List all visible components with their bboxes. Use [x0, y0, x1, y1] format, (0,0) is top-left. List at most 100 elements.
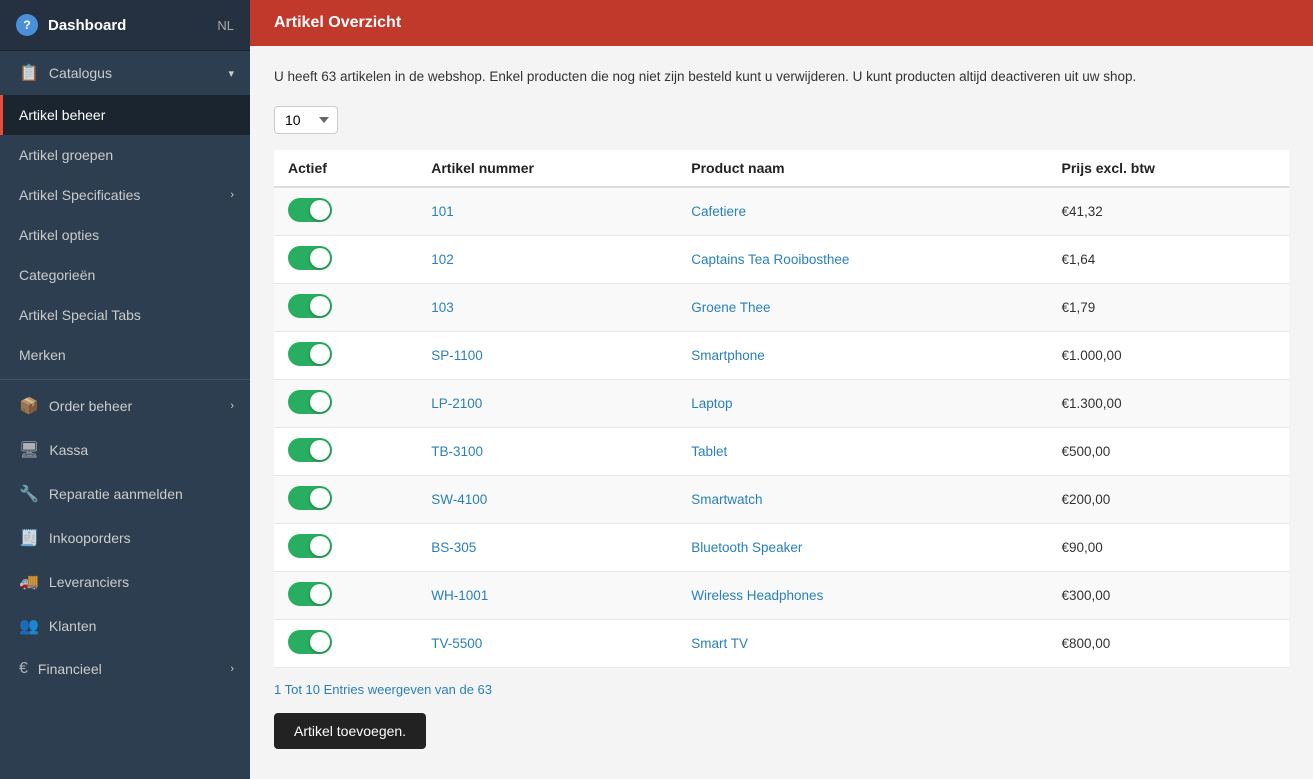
active-toggle[interactable] — [288, 534, 332, 558]
content-area: U heeft 63 artikelen in de webshop. Enke… — [250, 46, 1313, 769]
table-row: SP-1100 Smartphone €1.000,00 — [274, 331, 1289, 379]
toggle-cell — [274, 427, 417, 475]
artikel-nummer-cell: LP-2100 — [417, 379, 677, 427]
toggle-cell — [274, 523, 417, 571]
chevron-icon: ▾ — [228, 67, 234, 80]
sidebar-label-financieel: Financieel — [38, 661, 102, 677]
divider-1 — [0, 379, 250, 380]
sidebar-item-kassa[interactable]: 🖥 Kassa — [0, 428, 250, 472]
artikel-nummer-link[interactable]: LP-2100 — [431, 396, 482, 411]
sidebar-label-catalogus: Catalogus — [49, 65, 112, 81]
product-naam-link[interactable]: Laptop — [691, 396, 732, 411]
table-row: SW-4100 Smartwatch €200,00 — [274, 475, 1289, 523]
col-product-naam: Product naam — [677, 150, 1047, 187]
active-toggle[interactable] — [288, 198, 332, 222]
artikel-nummer-link[interactable]: SW-4100 — [431, 492, 487, 507]
kassa-icon: 🖥 — [19, 440, 39, 460]
product-naam-cell: Cafetiere — [677, 187, 1047, 236]
sidebar-label-artikel-opties: Artikel opties — [19, 227, 99, 243]
product-naam-link[interactable]: Captains Tea Rooibosthee — [691, 252, 849, 267]
add-artikel-button[interactable]: Artikel toevoegen. — [274, 713, 426, 749]
pagination-info: 1 Tot 10 Entries weergeven van de 63 — [274, 682, 1289, 697]
product-naam-cell: Wireless Headphones — [677, 571, 1047, 619]
table-row: TV-5500Smart TV€800,00 — [274, 619, 1289, 667]
product-naam-cell: Laptop — [677, 379, 1047, 427]
product-naam-link[interactable]: Cafetiere — [691, 204, 746, 219]
artikel-nummer-cell: BS-305 — [417, 523, 677, 571]
sidebar-item-klanten[interactable]: 👥 Klanten — [0, 604, 250, 648]
active-toggle[interactable] — [288, 630, 332, 654]
artikel-nummer-link[interactable]: TB-3100 — [431, 444, 483, 459]
toggle-cell — [274, 283, 417, 331]
page-title: Artikel Overzicht — [274, 14, 401, 31]
sidebar-item-inkooporders[interactable]: 🧾 Inkooporders — [0, 516, 250, 560]
artikel-nummer-link[interactable]: BS-305 — [431, 540, 476, 555]
sidebar-item-leveranciers[interactable]: 🚚 Leveranciers — [0, 560, 250, 604]
toggle-cell — [274, 475, 417, 523]
sidebar-item-reparatie[interactable]: 🔧 Reparatie aanmelden — [0, 472, 250, 516]
table-row: TB-3100Tablet€500,00 — [274, 427, 1289, 475]
sidebar-label-artikel-special-tabs: Artikel Special Tabs — [19, 307, 141, 323]
prijs-cell: €41,32 — [1048, 187, 1289, 236]
artikel-nummer-link[interactable]: SP-1100 — [431, 348, 483, 363]
language-selector[interactable]: NL — [217, 18, 234, 33]
sidebar-item-artikel-specificaties[interactable]: Artikel Specificaties › — [0, 175, 250, 215]
product-naam-link[interactable]: Bluetooth Speaker — [691, 540, 802, 555]
sidebar-header: ? Dashboard NL — [0, 0, 250, 51]
table-row: 101 Cafetiere €41,32 — [274, 187, 1289, 236]
active-toggle[interactable] — [288, 390, 332, 414]
sidebar-item-artikel-groepen[interactable]: Artikel groepen — [0, 135, 250, 175]
sidebar-item-artikel-special-tabs[interactable]: Artikel Special Tabs — [0, 295, 250, 335]
artikel-nummer-cell: 102 — [417, 235, 677, 283]
product-naam-cell: Smartwatch — [677, 475, 1047, 523]
product-naam-link[interactable]: Tablet — [691, 444, 727, 459]
artikel-nummer-link[interactable]: 103 — [431, 300, 454, 315]
dashboard-title: Dashboard — [48, 17, 126, 34]
active-toggle[interactable] — [288, 438, 332, 462]
page-header: Artikel Overzicht — [250, 0, 1313, 46]
sidebar-item-categorieen[interactable]: Categorieën — [0, 255, 250, 295]
sidebar-item-artikel-opties[interactable]: Artikel opties — [0, 215, 250, 255]
sidebar-label-reparatie: Reparatie aanmelden — [49, 486, 183, 502]
product-naam-cell: Tablet — [677, 427, 1047, 475]
product-naam-cell: Groene Thee — [677, 283, 1047, 331]
artikel-nummer-cell: SP-1100 — [417, 331, 677, 379]
sidebar-item-catalogus[interactable]: 📋 Catalogus ▾ — [0, 51, 250, 95]
sidebar-label-categorieen: Categorieën — [19, 267, 95, 283]
prijs-cell: €1,79 — [1048, 283, 1289, 331]
active-toggle[interactable] — [288, 486, 332, 510]
leveranciers-icon: 🚚 — [19, 572, 39, 592]
order-beheer-icon: 📦 — [19, 396, 39, 416]
per-page-select[interactable]: 10 25 50 100 — [274, 106, 338, 134]
sidebar-item-financieel[interactable]: € Financieel › — [0, 648, 250, 690]
artikel-nummer-link[interactable]: TV-5500 — [431, 636, 482, 651]
artikel-nummer-link[interactable]: 101 — [431, 204, 454, 219]
product-naam-link[interactable]: Wireless Headphones — [691, 588, 823, 603]
toggle-cell — [274, 379, 417, 427]
artikel-nummer-link[interactable]: 102 — [431, 252, 454, 267]
product-naam-link[interactable]: Smartphone — [691, 348, 765, 363]
artikel-nummer-link[interactable]: WH-1001 — [431, 588, 488, 603]
prijs-cell: €1.300,00 — [1048, 379, 1289, 427]
main-content: Artikel Overzicht U heeft 63 artikelen i… — [250, 0, 1313, 779]
col-actief: Actief — [274, 150, 417, 187]
sidebar-item-artikel-beheer[interactable]: Artikel beheer — [0, 95, 250, 135]
sidebar-label-order-beheer: Order beheer — [49, 398, 132, 414]
sidebar: ? Dashboard NL 📋 Catalogus ▾ Artikel beh… — [0, 0, 250, 779]
product-naam-link[interactable]: Smartwatch — [691, 492, 762, 507]
active-toggle[interactable] — [288, 582, 332, 606]
prijs-cell: €1,64 — [1048, 235, 1289, 283]
table-row: BS-305Bluetooth Speaker€90,00 — [274, 523, 1289, 571]
reparatie-icon: 🔧 — [19, 484, 39, 504]
sidebar-item-merken[interactable]: Merken — [0, 335, 250, 375]
product-naam-link[interactable]: Smart TV — [691, 636, 748, 651]
active-toggle[interactable] — [288, 294, 332, 318]
sidebar-item-order-beheer[interactable]: 📦 Order beheer › — [0, 384, 250, 428]
product-naam-cell: Smart TV — [677, 619, 1047, 667]
prijs-cell: €200,00 — [1048, 475, 1289, 523]
active-toggle[interactable] — [288, 342, 332, 366]
active-toggle[interactable] — [288, 246, 332, 270]
artikel-nummer-cell: 101 — [417, 187, 677, 236]
product-naam-link[interactable]: Groene Thee — [691, 300, 770, 315]
prijs-cell: €1.000,00 — [1048, 331, 1289, 379]
